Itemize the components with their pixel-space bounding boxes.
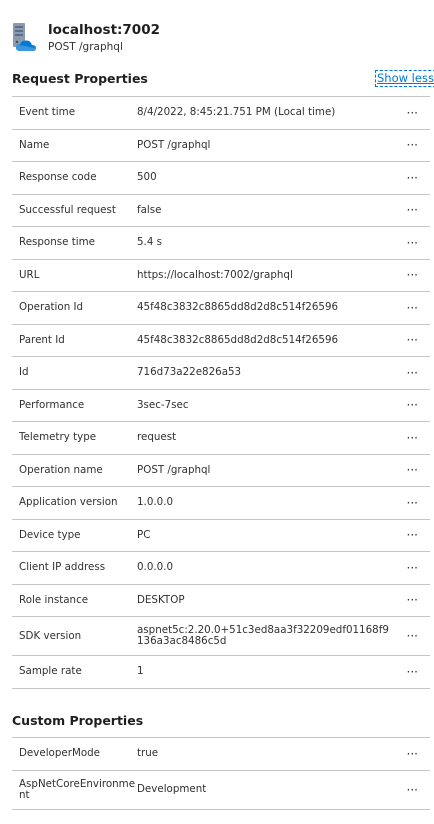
more-actions-icon[interactable]: ···	[407, 748, 418, 760]
property-row: Role instance DESKTOP ···	[12, 585, 430, 617]
request-subtitle: POST /graphql	[48, 41, 123, 53]
property-value: 1	[137, 665, 144, 678]
property-row: Parent Id 45f48c3832c8865dd8d2d8c514f2659…	[12, 325, 430, 357]
property-key: Operation name	[19, 463, 103, 476]
property-key: Parent Id	[19, 333, 65, 346]
property-key: Client IP address	[19, 561, 106, 574]
property-value: 45f48c3832c8865dd8d2d8c514f26596	[137, 333, 339, 346]
property-row: Device type PC ···	[12, 520, 430, 552]
property-value: false	[137, 203, 162, 216]
property-key: Event time	[19, 106, 76, 119]
property-key: Operation Id	[19, 301, 84, 314]
property-value: Development	[137, 783, 207, 795]
property-row: SDK version aspnet5c:2.20.0+51c3ed8aa3f32…	[12, 617, 430, 656]
more-actions-icon[interactable]: ···	[407, 562, 418, 574]
more-actions-icon[interactable]: ···	[407, 302, 418, 314]
property-value: POST /graphql	[137, 138, 211, 151]
more-actions-icon[interactable]: ···	[407, 497, 418, 509]
property-key: Name	[19, 138, 50, 151]
request-properties-heading: Request Properties	[12, 71, 148, 86]
property-value: request	[137, 431, 177, 444]
property-row: Sample rate 1 ···	[12, 656, 430, 689]
property-row: Performance 3sec-7sec ···	[12, 390, 430, 422]
property-value: 500	[137, 171, 157, 184]
property-value: 45f48c3832c8865dd8d2d8c514f26596	[137, 301, 339, 314]
request-properties-table: Event time 8/4/2022, 8:45:21.751 PM (Loca…	[12, 96, 430, 689]
property-row: DeveloperMode true ···	[12, 738, 430, 771]
custom-properties-heading: Custom Properties	[12, 713, 144, 728]
property-key: DeveloperMode	[19, 747, 101, 760]
property-key: Sample rate	[19, 665, 82, 678]
more-actions-icon[interactable]: ···	[407, 237, 418, 249]
request-details-panel: localhost:7002 POST /graphql Request Pro…	[0, 0, 434, 824]
property-row: Id 716d73a22e826a53 ···	[12, 357, 430, 390]
property-key: Response code	[19, 171, 97, 184]
more-actions-icon[interactable]: ···	[407, 139, 418, 151]
more-actions-icon[interactable]: ···	[407, 399, 418, 411]
more-actions-icon[interactable]: ···	[407, 432, 418, 444]
property-row: Application version 1.0.0.0 ···	[12, 487, 430, 520]
property-key: Role instance	[19, 593, 89, 606]
property-value: 0.0.0.0	[137, 561, 174, 574]
more-actions-icon[interactable]: ···	[407, 529, 418, 541]
server-cloud-icon	[12, 23, 38, 53]
more-actions-icon[interactable]: ···	[407, 367, 418, 379]
property-value: PC	[137, 528, 151, 541]
property-row: Response time 5.4 s ···	[12, 227, 430, 260]
property-row: AspNetCoreEnvironment Development ···	[12, 771, 430, 810]
more-actions-icon[interactable]: ···	[407, 630, 418, 642]
property-row: Successful request false ···	[12, 195, 430, 227]
property-value: 3sec-7sec	[137, 398, 189, 411]
request-title: localhost:7002	[48, 22, 160, 38]
property-key: AspNetCoreEnvironment	[19, 777, 136, 801]
property-value: true	[137, 747, 159, 760]
more-actions-icon[interactable]: ···	[407, 594, 418, 606]
more-actions-icon[interactable]: ···	[407, 334, 418, 346]
property-key: Device type	[19, 528, 81, 541]
property-key: Response time	[19, 236, 95, 249]
property-value: POST /graphql	[137, 463, 211, 476]
more-actions-icon[interactable]: ···	[407, 666, 418, 678]
show-less-link[interactable]: Show less	[375, 70, 434, 87]
property-row: Client IP address 0.0.0.0 ···	[12, 552, 430, 585]
property-value: 5.4 s	[137, 236, 163, 249]
property-row: Telemetry type request ···	[12, 422, 430, 455]
more-actions-icon[interactable]: ···	[407, 204, 418, 216]
property-value: 716d73a22e826a53	[137, 366, 242, 379]
more-actions-icon[interactable]: ···	[407, 107, 418, 119]
more-actions-icon[interactable]: ···	[407, 269, 418, 281]
custom-properties-table: DeveloperMode true ··· AspNetCoreEnvironmen…	[12, 737, 430, 810]
property-value: https://localhost:7002/graphql	[137, 268, 293, 281]
request-header: localhost:7002 POST /graphql	[12, 22, 160, 54]
property-row: URL https://localhost:7002/graphql ···	[12, 260, 430, 292]
property-row: Event time 8/4/2022, 8:45:21.751 PM (Loca…	[12, 97, 430, 130]
property-row: Name POST /graphql ···	[12, 130, 430, 162]
more-actions-icon[interactable]: ···	[407, 784, 418, 796]
property-value: 8/4/2022, 8:45:21.751 PM (Local time)	[137, 106, 336, 119]
more-actions-icon[interactable]: ···	[407, 464, 418, 476]
property-key: URL	[19, 268, 40, 281]
property-value: 1.0.0.0	[137, 496, 174, 509]
more-actions-icon[interactable]: ···	[407, 172, 418, 184]
property-key: Id	[19, 366, 29, 379]
property-key: Successful request	[19, 203, 116, 216]
property-key: Performance	[19, 398, 85, 411]
property-row: Operation name POST /graphql ···	[12, 455, 430, 487]
property-row: Response code 500 ···	[12, 162, 430, 195]
property-row: Operation Id 45f48c3832c8865dd8d2d8c514f2…	[12, 292, 430, 325]
property-key: Application version	[19, 496, 118, 509]
property-value: aspnet5c:2.20.0+51c3ed8aa3f32209edf01168…	[137, 624, 389, 647]
property-key: Telemetry type	[19, 431, 97, 444]
property-value: DESKTOP	[137, 593, 185, 606]
property-key: SDK version	[19, 629, 82, 642]
